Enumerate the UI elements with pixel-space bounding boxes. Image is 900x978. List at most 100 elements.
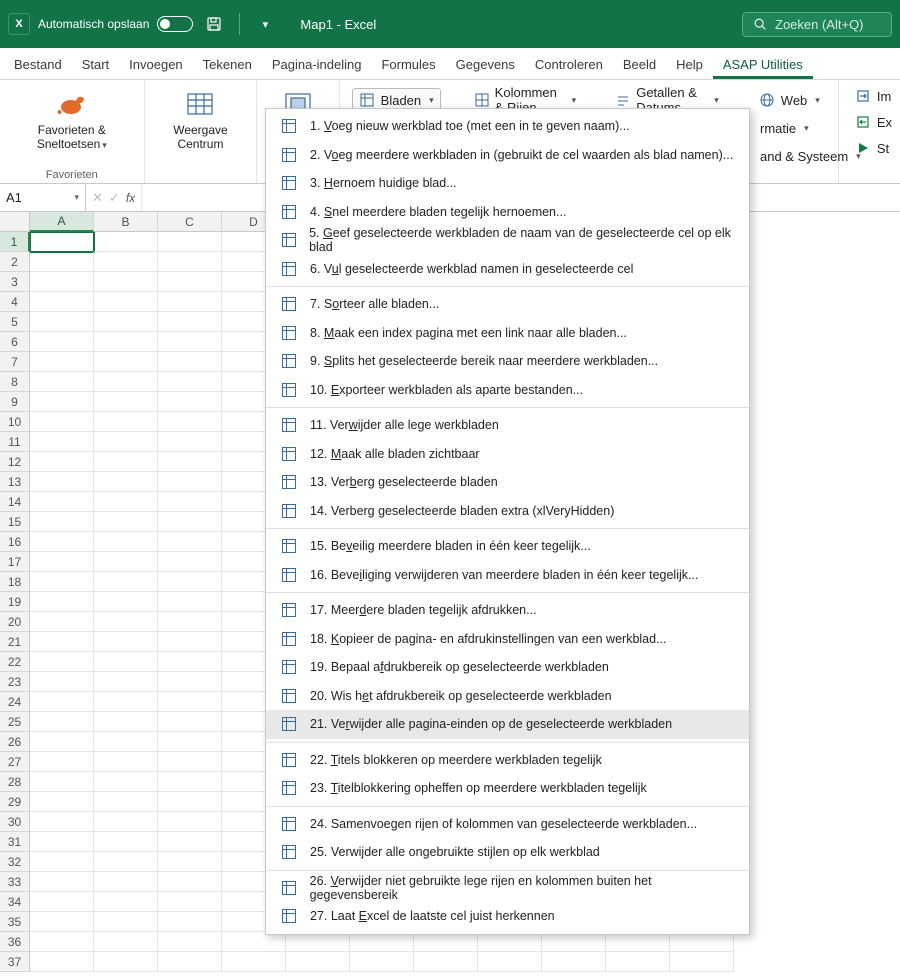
cell[interactable] [30,352,94,372]
tab-pagina-indeling[interactable]: Pagina-indeling [262,51,372,79]
tab-start[interactable]: Start [72,51,119,79]
cell[interactable] [30,532,94,552]
name-box[interactable]: A1 ▾ [0,184,86,211]
search-input[interactable]: Zoeken (Alt+Q) [742,12,892,37]
row-header[interactable]: 6 [0,332,30,352]
cell[interactable] [30,832,94,852]
row-header[interactable]: 17 [0,552,30,572]
row-header[interactable]: 7 [0,352,30,372]
cell[interactable] [158,432,222,452]
cell[interactable] [94,452,158,472]
cell[interactable] [158,672,222,692]
fx-icon[interactable]: fx [126,191,135,205]
row-header[interactable]: 20 [0,612,30,632]
cell[interactable] [94,612,158,632]
cell[interactable] [158,552,222,572]
cell[interactable] [94,932,158,952]
cell[interactable] [606,932,670,952]
cell[interactable] [158,952,222,972]
menu-item-17[interactable]: 17. Meerdere bladen tegelijk afdrukken..… [266,596,749,625]
cell[interactable] [158,332,222,352]
row-header[interactable]: 33 [0,872,30,892]
cell[interactable] [30,252,94,272]
cell[interactable] [94,552,158,572]
cell[interactable] [94,272,158,292]
cell[interactable] [30,232,94,252]
cell[interactable] [158,832,222,852]
cell[interactable] [94,872,158,892]
cell[interactable] [30,392,94,412]
row-header[interactable]: 21 [0,632,30,652]
cell[interactable] [30,372,94,392]
cell[interactable] [30,812,94,832]
cell[interactable] [478,952,542,972]
row-header[interactable]: 37 [0,952,30,972]
worksheet-grid[interactable]: ABCDLMN 12345678910111213141516171819202… [0,212,900,978]
cancel-formula-icon[interactable]: ✕ [92,190,103,206]
cell[interactable] [94,852,158,872]
row-header[interactable]: 24 [0,692,30,712]
systeem-dropdown-partial[interactable]: and & Systeem▾ [754,144,867,168]
menu-item-26[interactable]: 26. Verwijder niet gebruikte lege rijen … [266,874,749,903]
column-header[interactable]: B [94,212,158,232]
row-header[interactable]: 22 [0,652,30,672]
row-header[interactable]: 31 [0,832,30,852]
menu-item-12[interactable]: 12. Maak alle bladen zichtbaar [266,440,749,469]
cell[interactable] [158,512,222,532]
cell[interactable] [94,592,158,612]
menu-item-8[interactable]: 8. Maak een index pagina met een link na… [266,319,749,348]
cell[interactable] [94,832,158,852]
row-header[interactable]: 9 [0,392,30,412]
cell[interactable] [94,632,158,652]
menu-item-21[interactable]: 21. Verwijder alle pagina-einden op de g… [266,710,749,739]
cell[interactable] [158,412,222,432]
cell[interactable] [158,712,222,732]
cell[interactable] [542,952,606,972]
cell[interactable] [30,672,94,692]
cell[interactable] [158,532,222,552]
row-header[interactable]: 14 [0,492,30,512]
cell[interactable] [94,432,158,452]
cell[interactable] [30,272,94,292]
cell[interactable] [94,392,158,412]
menu-item-22[interactable]: 22. Titels blokkeren op meerdere werkbla… [266,746,749,775]
row-header[interactable]: 18 [0,572,30,592]
cell[interactable] [94,652,158,672]
row-header[interactable]: 27 [0,752,30,772]
row-header[interactable]: 36 [0,932,30,952]
tab-formules[interactable]: Formules [371,51,445,79]
menu-item-10[interactable]: 10. Exporteer werkbladen als aparte best… [266,376,749,405]
cell[interactable] [158,452,222,472]
cell[interactable] [670,932,734,952]
cell[interactable] [30,792,94,812]
cell[interactable] [30,712,94,732]
cell[interactable] [94,532,158,552]
tab-invoegen[interactable]: Invoegen [119,51,193,79]
cell[interactable] [30,932,94,952]
tab-tekenen[interactable]: Tekenen [193,51,262,79]
menu-item-13[interactable]: 13. Verberg geselecteerde bladen [266,468,749,497]
cell[interactable] [158,932,222,952]
cell[interactable] [158,292,222,312]
cell[interactable] [158,232,222,252]
menu-item-6[interactable]: 6. Vul geselecteerde werkblad namen in g… [266,255,749,284]
cell[interactable] [30,292,94,312]
cell[interactable] [94,672,158,692]
autosave-toggle[interactable]: Automatisch opslaan [38,16,193,32]
cell[interactable] [30,572,94,592]
row-header[interactable]: 26 [0,732,30,752]
cell[interactable] [158,912,222,932]
cell[interactable] [30,492,94,512]
tab-beeld[interactable]: Beeld [613,51,666,79]
cell[interactable] [30,872,94,892]
cell[interactable] [30,852,94,872]
menu-item-9[interactable]: 9. Splits het geselecteerde bereik naar … [266,347,749,376]
cell[interactable] [286,952,350,972]
menu-item-15[interactable]: 15. Beveilig meerdere bladen in één keer… [266,532,749,561]
cell[interactable] [30,772,94,792]
cell[interactable] [94,772,158,792]
cell[interactable] [222,932,286,952]
cell[interactable] [94,912,158,932]
row-header[interactable]: 12 [0,452,30,472]
toggle-switch-icon[interactable] [157,16,193,32]
